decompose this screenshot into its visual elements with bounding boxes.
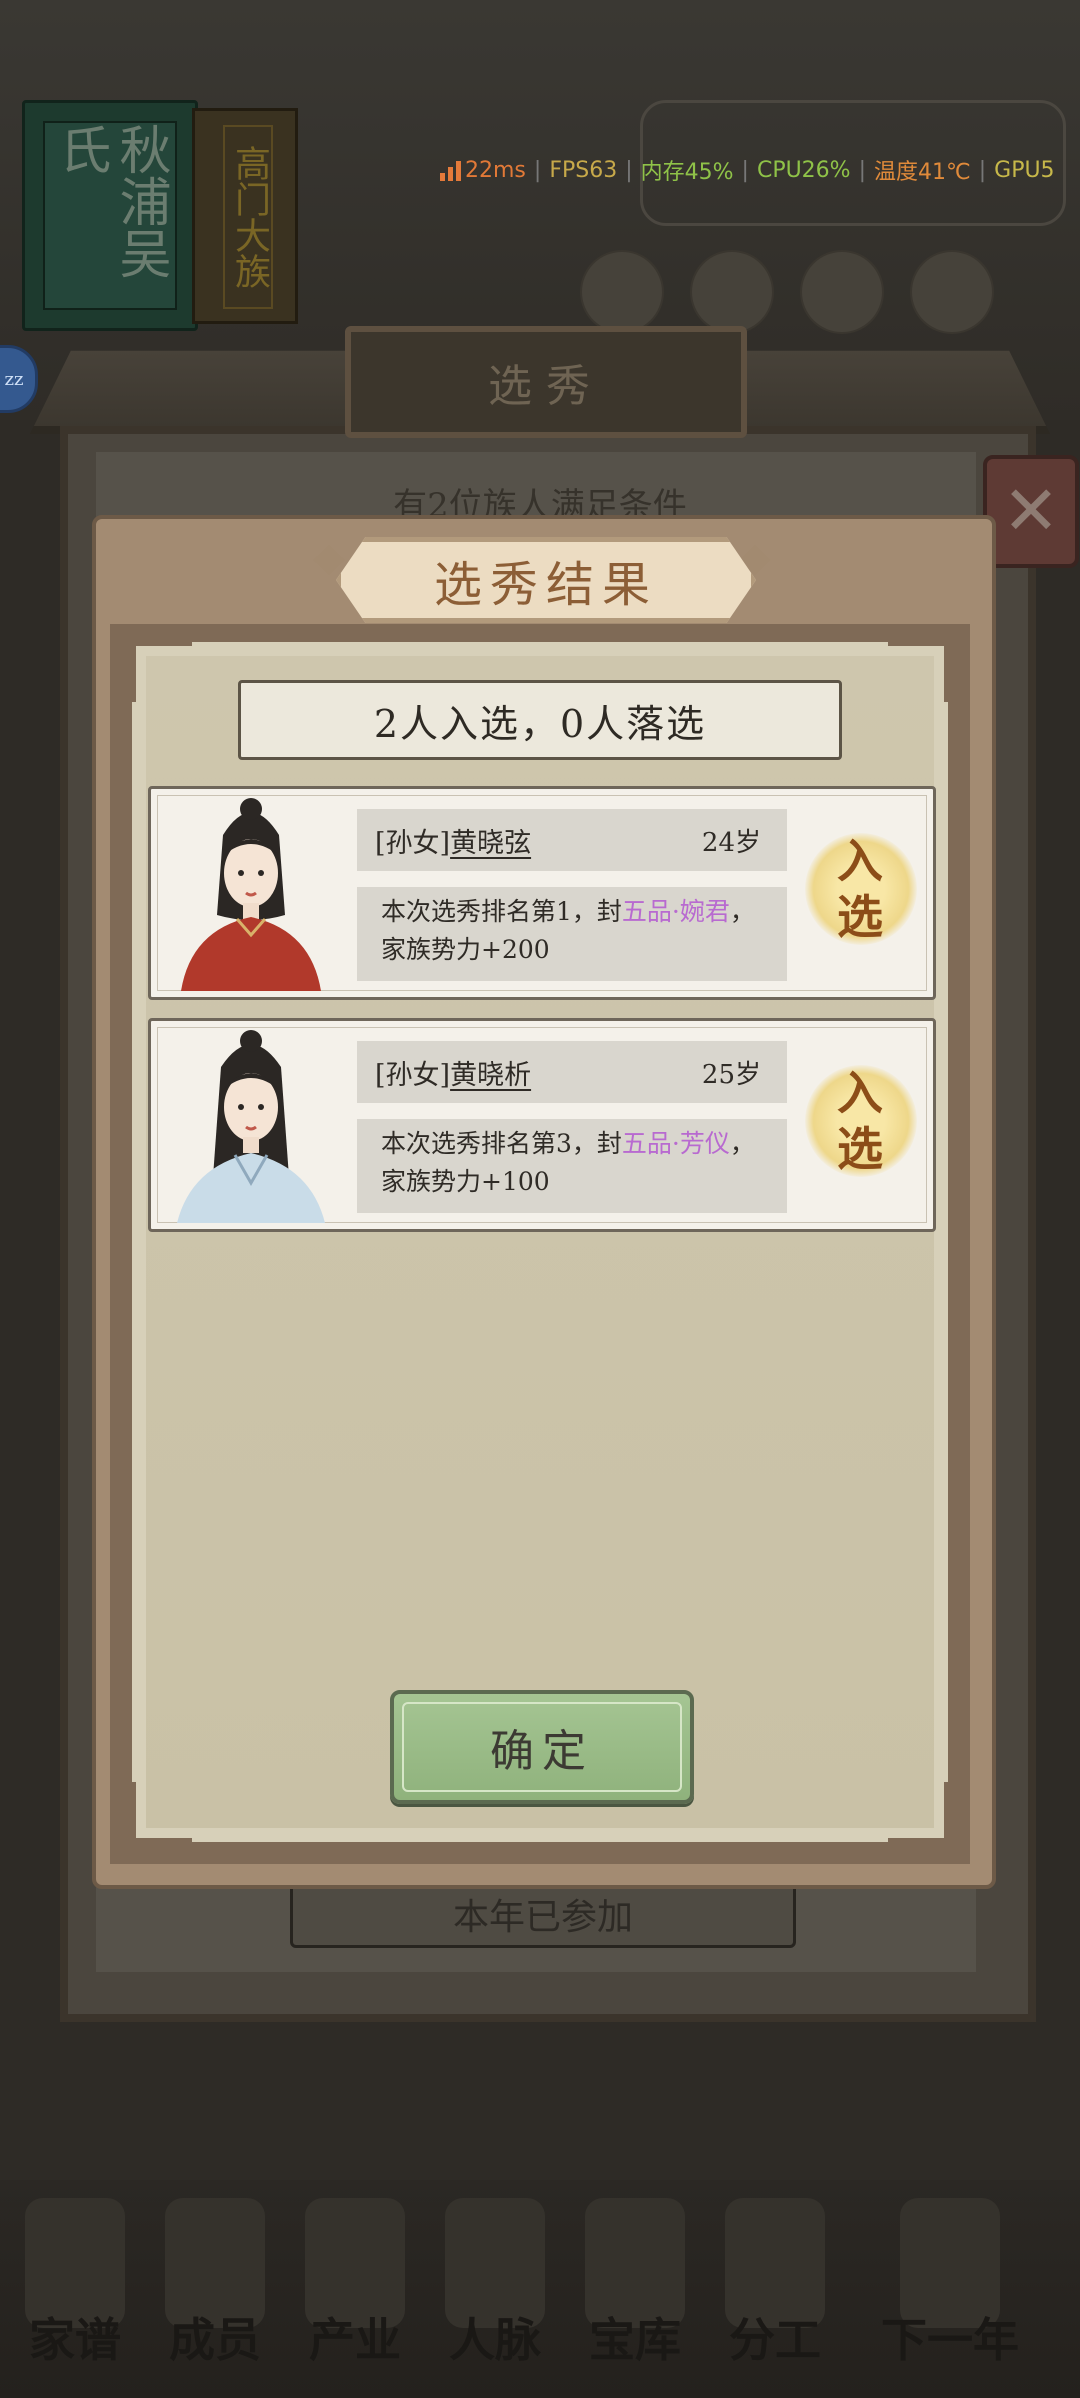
- result-card: [孙女]黄晓析 25岁 本次选秀排名第3，封五品·芳仪，家族势力+100 入选: [148, 1018, 936, 1232]
- close-icon[interactable]: ✕: [983, 455, 1079, 568]
- nav-members[interactable]: 成员: [140, 2180, 290, 2398]
- result-description: 本次选秀排名第1，封五品·婉君，家族势力+200: [357, 887, 787, 981]
- participation-status: 本年已参加: [290, 1880, 796, 1948]
- granted-rank: 五品·芳仪: [621, 1129, 730, 1158]
- nav-treasury[interactable]: 宝库: [560, 2180, 710, 2398]
- temperature-value: 温度41℃: [874, 160, 971, 185]
- member-name: 黄晓析: [450, 1059, 532, 1091]
- granted-rank: 五品·婉君: [621, 897, 730, 926]
- result-card: [孙女]黄晓弦 24岁 本次选秀排名第1，封五品·婉君，家族势力+200 入选: [148, 786, 936, 1000]
- nav-industry[interactable]: 产业: [280, 2180, 430, 2398]
- selected-badge: 入选: [801, 1051, 919, 1191]
- signal-icon: [440, 159, 461, 181]
- blue-robe-lady-portrait: [177, 1030, 325, 1223]
- nav-assignments[interactable]: 分工: [700, 2180, 850, 2398]
- modal-title-banner: 选秀结果: [336, 537, 756, 623]
- red-robe-lady-portrait: [181, 798, 321, 991]
- ping-value: 22ms: [465, 157, 526, 183]
- book-side: 高门大族: [192, 108, 298, 324]
- panel-title-plate: 选秀: [345, 326, 747, 438]
- nav-next-year[interactable]: 下一年: [850, 2180, 1050, 2398]
- gpu-value: GPU5: [994, 157, 1055, 183]
- member-age: 24岁: [701, 827, 761, 858]
- nav-connections[interactable]: 人脉: [420, 2180, 570, 2398]
- clan-name: 秋浦吴氏: [43, 121, 177, 310]
- cpu-value: CPU26%: [756, 157, 851, 183]
- book-cover: 秋浦吴氏: [22, 100, 198, 331]
- memory-value: 内存45%: [640, 160, 734, 185]
- modal-title: 选秀结果: [433, 557, 658, 613]
- member-relation: [孙女]: [375, 827, 451, 859]
- member-name-link[interactable]: [孙女]黄晓弦: [375, 821, 531, 860]
- result-summary: 2人入选，0人落选: [238, 680, 842, 760]
- selected-badge: 入选: [801, 819, 919, 959]
- member-name: 黄晓弦: [450, 827, 532, 859]
- clan-book: 秋浦吴氏 高门大族: [22, 100, 312, 331]
- selected-status: 入选: [837, 1066, 883, 1176]
- member-name-link[interactable]: [孙女]黄晓析: [375, 1053, 531, 1092]
- fps-value: FPS63: [549, 157, 618, 183]
- confirm-button[interactable]: 确定: [390, 1690, 694, 1804]
- nav-family-tree[interactable]: 家谱: [0, 2180, 150, 2398]
- result-description: 本次选秀排名第3，封五品·芳仪，家族势力+100: [357, 1119, 787, 1213]
- diamond-icon: [313, 544, 345, 576]
- bottom-nav: 家谱 成员 产业 人脉 宝库 分工 下一年: [0, 2180, 1080, 2398]
- member-age: 25岁: [701, 1059, 761, 1090]
- performance-overlay: 22ms | FPS63 | 内存45% | CPU26% | 温度41℃ | …: [440, 152, 1080, 188]
- selected-status: 入选: [837, 834, 883, 944]
- member-relation: [孙女]: [375, 1059, 451, 1091]
- member-info: [孙女]黄晓析 25岁: [357, 1041, 787, 1103]
- panel-title: 选秀: [488, 361, 604, 412]
- member-info: [孙女]黄晓弦 24岁: [357, 809, 787, 871]
- clan-rank: 高门大族: [223, 125, 273, 309]
